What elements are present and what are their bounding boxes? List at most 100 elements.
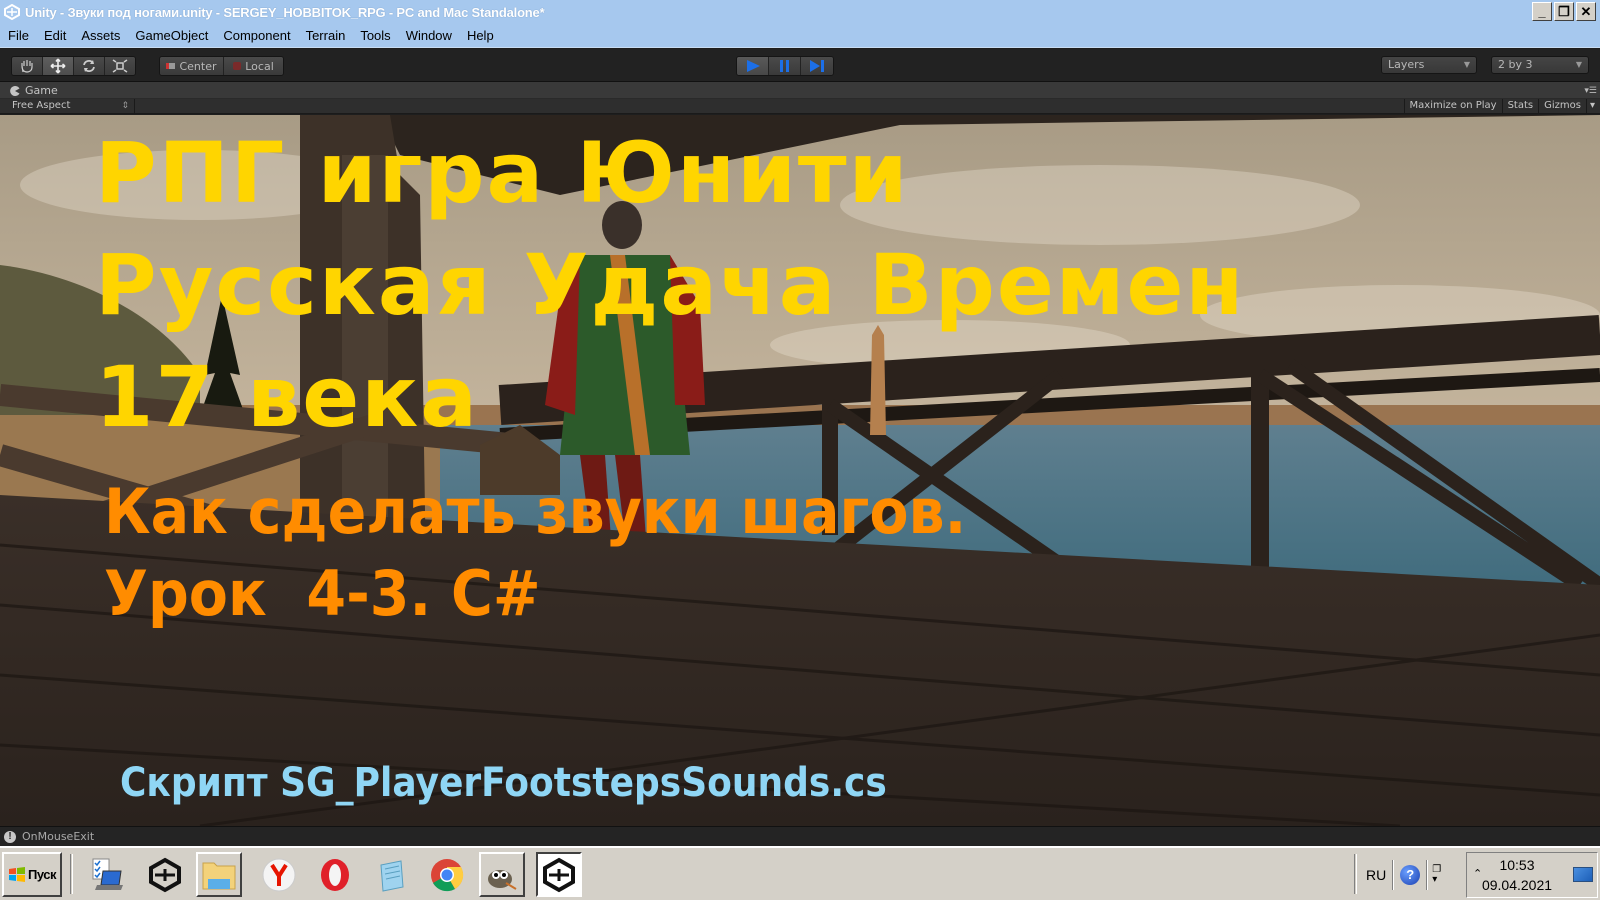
unity-toolbar: Center Local Layers ▼ 2 by 3 ▼ (0, 49, 1600, 82)
opera-icon (321, 858, 349, 891)
notepad-icon (380, 859, 404, 892)
taskbar-app-yandex-browser[interactable] (256, 852, 302, 897)
scale-icon (112, 59, 128, 73)
subtitle-line-1: Как сделать звуки шагов. (104, 475, 967, 548)
menu-component[interactable]: Component (223, 28, 290, 43)
chevron-down-icon: ▼ (1463, 60, 1470, 69)
info-icon: ! (4, 830, 16, 843)
menu-window[interactable]: Window (406, 28, 452, 43)
tray-separator (1354, 854, 1357, 894)
chrome-icon (431, 858, 464, 891)
folder-icon (202, 862, 236, 889)
title-line-1: РПГ игра Юнити (95, 124, 910, 222)
close-button[interactable]: ✕ (1576, 2, 1596, 21)
game-view-tabbar: Game ▾☰ (0, 82, 1600, 99)
menu-tools[interactable]: Tools (360, 28, 390, 43)
tray-divider (1392, 859, 1395, 890)
aspect-dropdown-label: Free Aspect (12, 100, 71, 111)
game-viewport[interactable]: РПГ игра Юнити Русская Удача Времен 17 в… (0, 115, 1600, 826)
taskbar-app-unity[interactable] (142, 852, 188, 897)
tab-game-label: Game (25, 84, 58, 97)
show-desktop-icon[interactable] (1573, 867, 1593, 882)
title-line-2: Русская Удача Времен (95, 236, 1246, 334)
taskbar-app-opera[interactable] (312, 852, 358, 897)
play-icon (746, 60, 760, 72)
layers-dropdown[interactable]: Layers ▼ (1381, 56, 1477, 74)
menu-file[interactable]: File (8, 28, 29, 43)
menu-bar: File Edit Assets GameObject Component Te… (0, 24, 1600, 48)
step-icon (810, 60, 824, 72)
taskbar-separator (70, 854, 73, 894)
scale-tool-button[interactable] (105, 57, 135, 75)
unity-statusbar[interactable]: ! OnMouseExit (0, 826, 1600, 846)
transform-tools (11, 56, 136, 76)
stats-toggle[interactable]: Stats (1501, 99, 1539, 114)
taskbar-app-notepad[interactable] (368, 852, 414, 897)
distant-tower (870, 325, 886, 435)
tab-menu-icon[interactable]: ▾☰ (1584, 85, 1597, 96)
minimize-button[interactable]: _ (1532, 2, 1552, 21)
move-tool-button[interactable] (43, 57, 74, 75)
unity-logo-icon (3, 3, 21, 21)
script-name-caption: Скрипт SG_PlayerFootstepsSounds.cs (120, 760, 887, 806)
title-line-3: 17 века (95, 348, 479, 446)
help-icon[interactable]: ? (1400, 864, 1421, 885)
laptop-checklist-icon (92, 858, 123, 890)
gimp-icon (488, 869, 517, 890)
center-pivot-icon (166, 63, 176, 69)
status-message: OnMouseExit (22, 830, 95, 843)
pivot-mode-label: Center (179, 59, 217, 73)
pivot-mode-toggle[interactable]: Center (160, 57, 224, 75)
system-tray: RU ? ❐ ▾ (1360, 852, 1441, 897)
updown-caret-icon: ⇕ (121, 101, 129, 111)
play-button[interactable] (737, 57, 769, 75)
restore-button[interactable]: ❐ (1554, 2, 1574, 21)
window-title: Unity - Звуки под ногами.unity - SERGEY_… (25, 4, 545, 20)
layout-dropdown[interactable]: 2 by 3 ▼ (1491, 56, 1589, 74)
windows-logo-icon (9, 866, 25, 882)
move-arrows-icon (50, 58, 66, 74)
hand-tool-button[interactable] (12, 57, 43, 75)
tray-restore-icon[interactable]: ❐ ▾ (1432, 864, 1441, 885)
menu-assets[interactable]: Assets (81, 28, 120, 43)
taskbar-app-chrome[interactable] (424, 852, 470, 897)
windows-taskbar: Пуск RU ? ❐ ▾ ⌃ 10:53 09.04.2021 (0, 846, 1600, 900)
taskbar-app-unity-active[interactable] (536, 852, 582, 897)
play-controls (736, 56, 834, 76)
start-button[interactable]: Пуск (2, 852, 62, 897)
yandex-browser-icon (262, 858, 296, 891)
taskbar-app-explorer[interactable] (196, 852, 242, 897)
chevron-down-icon: ▼ (1575, 60, 1582, 69)
pacman-game-icon (10, 85, 20, 96)
local-rotation-icon (233, 62, 242, 70)
taskbar-app-gimp[interactable] (479, 852, 525, 897)
window-titlebar: Unity - Звуки под ногами.unity - SERGEY_… (0, 0, 1600, 24)
hand-icon (21, 60, 33, 73)
language-indicator[interactable]: RU (1360, 867, 1392, 883)
unity-logo-icon (149, 857, 181, 892)
gizmos-toggle[interactable]: Gizmos (1538, 99, 1586, 114)
layers-dropdown-label: Layers (1388, 58, 1425, 71)
pivot-rotation-toggle[interactable]: Local (224, 57, 283, 75)
tab-game[interactable]: Game (0, 82, 58, 99)
rotate-tool-button[interactable] (74, 57, 105, 75)
start-label: Пуск (28, 867, 57, 882)
pause-button[interactable] (769, 57, 801, 75)
menu-gameobject[interactable]: GameObject (135, 28, 208, 43)
aspect-dropdown[interactable]: Free Aspect ⇕ (5, 99, 135, 114)
menu-edit[interactable]: Edit (44, 28, 66, 43)
menu-terrain[interactable]: Terrain (306, 28, 346, 43)
pause-icon (779, 60, 789, 72)
tray-divider (1426, 859, 1429, 890)
gizmos-dropdown-caret[interactable]: ▾ (1585, 99, 1598, 114)
unity-logo-icon (543, 857, 575, 892)
game-view-controls: Free Aspect ⇕ Maximize on Play Stats Giz… (0, 99, 1600, 114)
clock-date: 09.04.2021 (1481, 877, 1553, 893)
clock-area[interactable]: ⌃ 10:53 09.04.2021 (1466, 852, 1598, 898)
taskbar-app-task-manager[interactable] (84, 852, 130, 897)
step-button[interactable] (801, 57, 833, 75)
pivot-controls: Center Local (159, 56, 284, 76)
rotate-icon (83, 60, 95, 72)
maximize-on-play-toggle[interactable]: Maximize on Play (1403, 99, 1502, 114)
menu-help[interactable]: Help (467, 28, 494, 43)
